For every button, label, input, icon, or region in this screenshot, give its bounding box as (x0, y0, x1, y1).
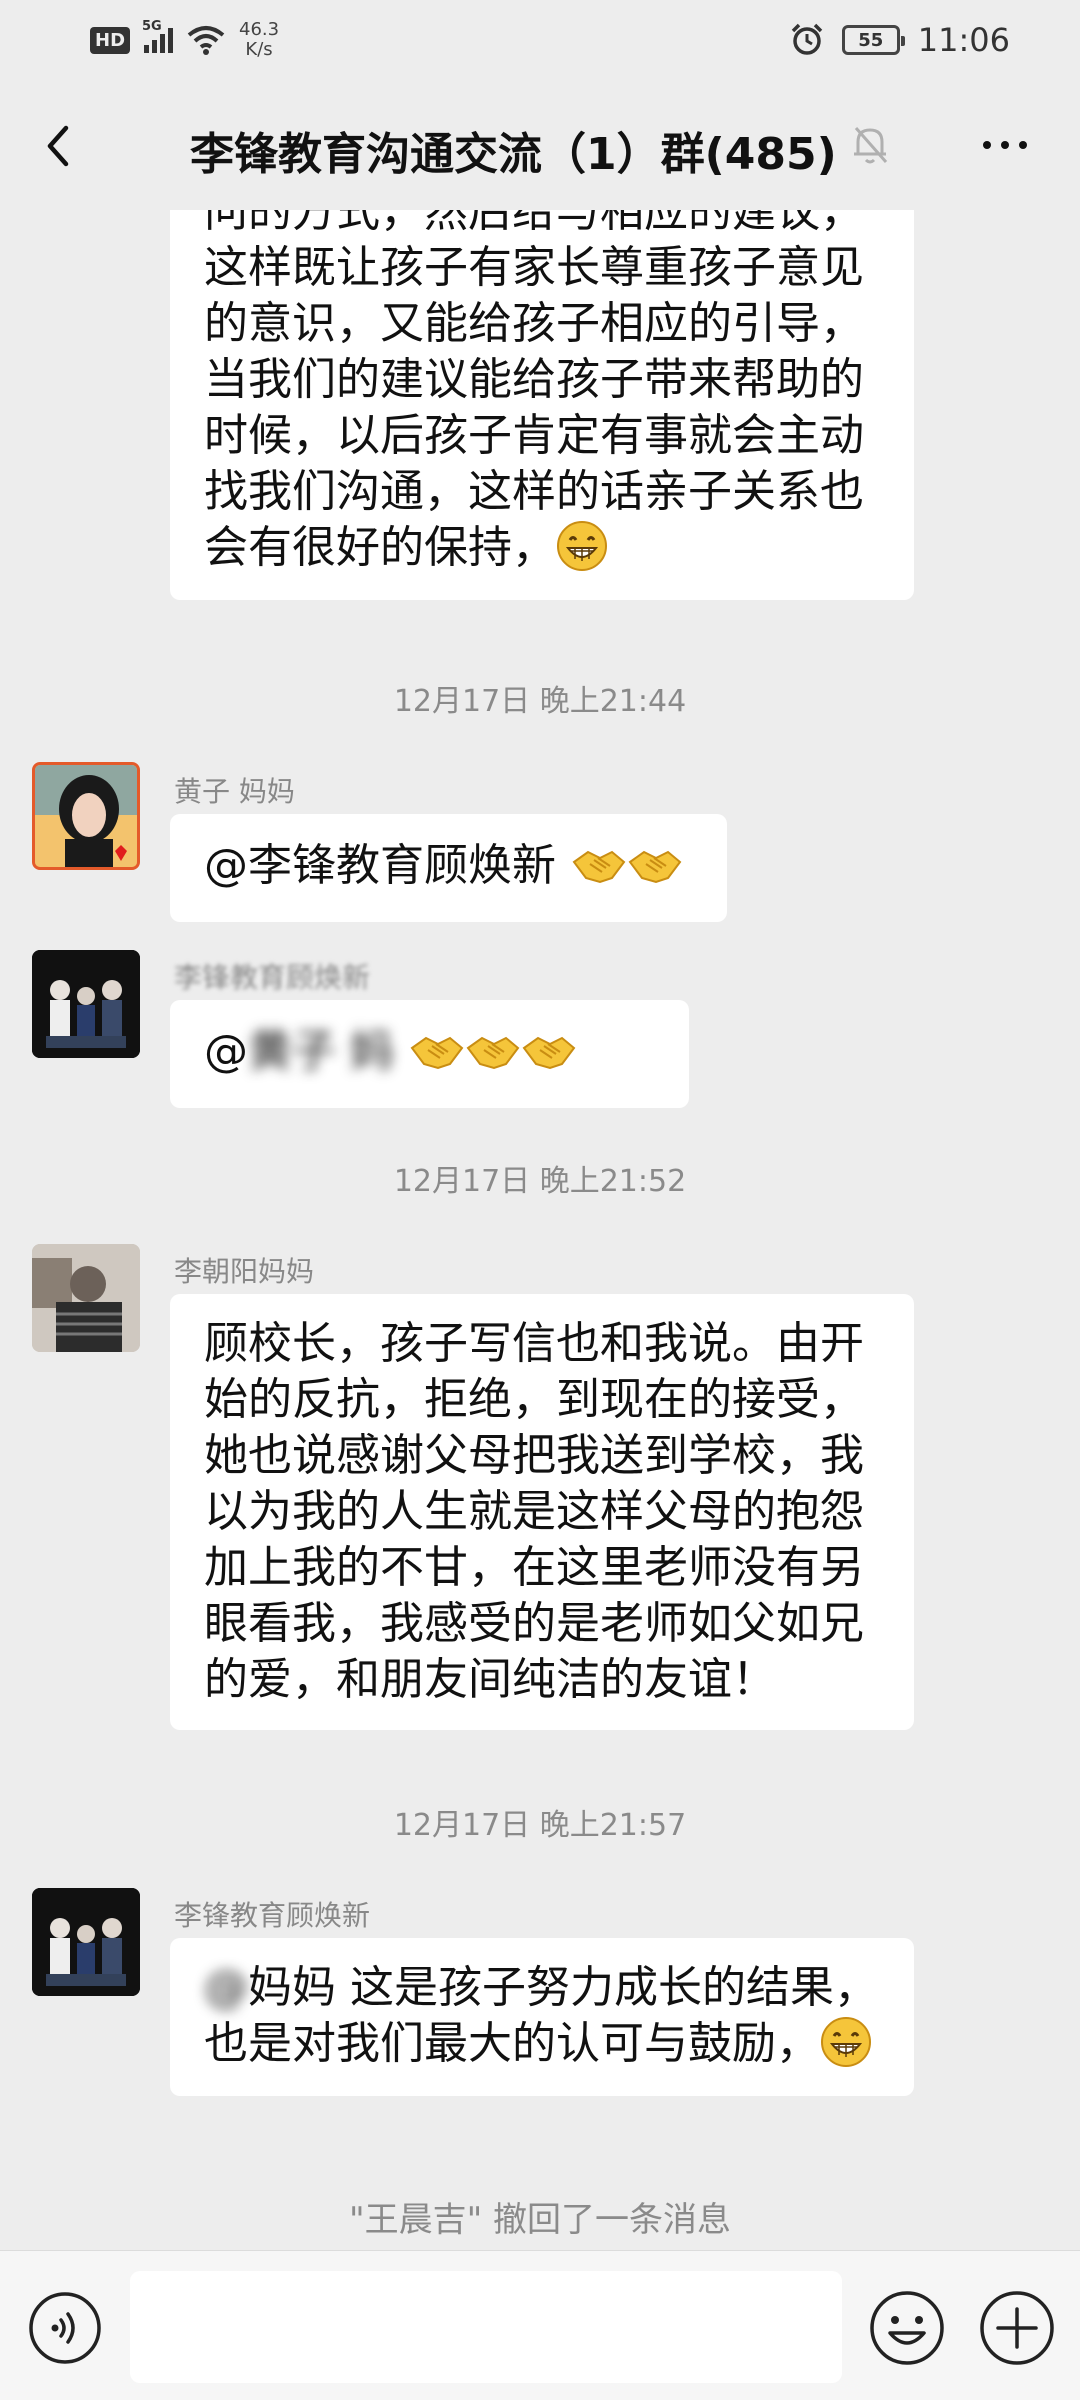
handshake-emoji-icon (410, 1036, 464, 1070)
clock: 11:06 (917, 21, 1010, 59)
back-arrow-icon[interactable] (30, 116, 90, 176)
cellular-signal-icon: 5G (142, 19, 174, 53)
message-timestamp: 12月17日 晚上21:57 (393, 1808, 687, 1843)
network-speed: 46.3 K/s (239, 20, 279, 60)
message-text: @李锋教育顾焕新 (204, 840, 556, 891)
message-text: 问的方式，然后给与相应的建议，这样既让孩子有家长尊重孩子意见的意识，又能给孩子相… (204, 210, 864, 573)
message-bubble[interactable]: 顾校长，孩子写信也和我说。由开始的反抗，拒绝，到现在的接受，她也说感谢父母把我送… (170, 1294, 914, 1730)
grin-emoji-icon (557, 521, 607, 571)
blurred-mention: @ (204, 1962, 248, 2013)
sender-name-text: 黄子 妈妈 (174, 775, 295, 808)
chat-title: 李锋教育沟通交流（1）群(485) (190, 129, 837, 180)
message-timestamp: 12月17日 晚上21:44 (393, 684, 687, 719)
battery-icon: 55 (841, 25, 905, 55)
sender-name: 黄子 妈妈 (174, 770, 295, 810)
grin-emoji-icon (821, 2017, 871, 2067)
message-bubble[interactable]: @妈妈 这是孩子努力成长的结果，也是对我们最大的认可与鼓励， (170, 1938, 914, 2096)
hd-badge: HD (90, 26, 131, 54)
message-text: @ (204, 1026, 248, 1077)
avatar[interactable] (32, 762, 140, 870)
handshake-emoji-icon (628, 850, 682, 884)
avatar[interactable] (32, 1244, 140, 1352)
message-text: 妈妈 这是孩子努力成长的结果，也是对我们最大的认可与鼓励， (204, 1962, 878, 2069)
sender-name-text: 李朝阳妈妈 (174, 1255, 315, 1288)
blurred-mention: 黄子 妈 (248, 1026, 394, 1077)
input-bar (0, 2250, 1080, 2400)
status-left: HD 5G 46.3 K/s (90, 19, 279, 60)
message-bubble[interactable]: @李锋教育顾焕新 (170, 814, 727, 922)
sender-name-text: 李锋教育顾焕新 (174, 1899, 371, 1932)
message-bubble[interactable]: 问的方式，然后给与相应的建议，这样既让孩子有家长尊重孩子意见的意识，又能给孩子相… (170, 210, 914, 600)
message-timestamp: 12月17日 晚上21:52 (393, 1164, 687, 1199)
sender-name: 李朝阳妈妈 (174, 1250, 314, 1290)
avatar-photo (32, 1244, 140, 1352)
avatar-photo (32, 950, 140, 1058)
emoji-icon[interactable] (868, 2289, 946, 2367)
sender-name-text: 李锋教育顾焕新 (174, 961, 371, 994)
recall-notice: "王晨吉" 撤回了一条消息 (348, 2200, 732, 2240)
handshake-emoji-icon (466, 1036, 520, 1070)
voice-icon[interactable] (28, 2291, 102, 2365)
chat-message-list[interactable]: 问的方式，然后给与相应的建议，这样既让孩子有家长尊重孩子意见的意识，又能给孩子相… (0, 210, 1080, 2250)
sender-name: 李锋教育顾焕新 (174, 956, 370, 996)
message-bubble[interactable]: @黄子 妈 (170, 1000, 689, 1108)
more-icon[interactable] (970, 120, 1040, 170)
sender-name: 李锋教育顾焕新 (174, 1894, 370, 1934)
chat-header: 李锋教育沟通交流（1）群(485) (0, 80, 1080, 210)
message-input[interactable] (130, 2271, 842, 2383)
muted-bell-icon (854, 127, 888, 164)
status-right: 55 11:06 (790, 21, 1010, 59)
wifi-icon (187, 26, 225, 55)
handshake-emoji-icon (522, 1036, 576, 1070)
avatar[interactable] (32, 950, 140, 1058)
plus-icon[interactable] (978, 2289, 1056, 2367)
alarm-icon (791, 23, 823, 55)
speed-value: 46.3 (239, 19, 280, 40)
avatar-photo (32, 1888, 140, 1996)
status-bar: HD 5G 46.3 K/s 55 11:06 (0, 0, 1080, 80)
network-type: 5G (142, 19, 162, 34)
avatar[interactable] (32, 1888, 140, 1996)
message-text: 顾校长，孩子写信也和我说。由开始的反抗，拒绝，到现在的接受，她也说感谢父母把我送… (204, 1318, 864, 1705)
handshake-emoji-icon (572, 850, 626, 884)
avatar-photo (35, 765, 137, 867)
speed-unit: K/s (245, 39, 273, 60)
